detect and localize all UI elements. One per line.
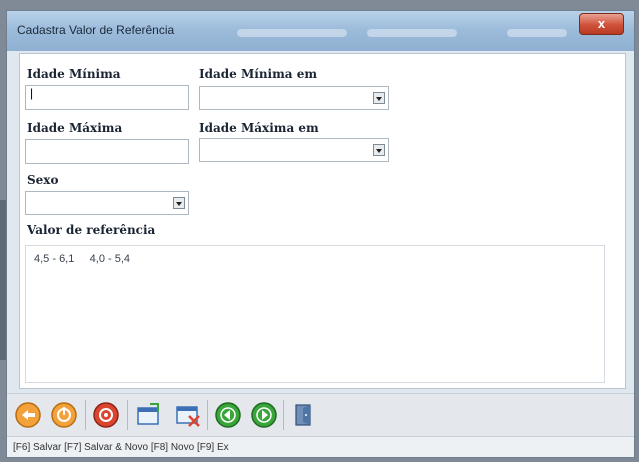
toolbar-separator xyxy=(207,400,208,430)
title-bar[interactable]: Cadastra Valor de Referência x xyxy=(7,11,634,51)
sexo-label: Sexo xyxy=(27,173,59,187)
chevron-down-icon[interactable] xyxy=(173,197,185,209)
sexo-select[interactable] xyxy=(25,191,189,215)
idade-minima-label: Idade Mínima xyxy=(27,67,121,81)
idade-maxima-em-select[interactable] xyxy=(199,138,389,162)
idade-maxima-em-label: Idade Máxima em xyxy=(199,121,319,135)
idade-maxima-input[interactable] xyxy=(25,139,189,164)
close-window-icon[interactable] xyxy=(173,400,203,430)
valor-referencia-label: Valor de referência xyxy=(27,223,156,237)
save-icon[interactable] xyxy=(13,400,43,430)
window-title: Cadastra Valor de Referência xyxy=(17,23,175,37)
status-bar: [F6] Salvar [F7] Salvar & Novo [F8] Novo… xyxy=(7,436,634,457)
idade-minima-input[interactable]: | xyxy=(25,85,189,110)
toolbar-separator xyxy=(85,400,86,430)
title-blur xyxy=(237,29,347,37)
close-button[interactable]: x xyxy=(579,13,624,35)
title-blur xyxy=(367,29,457,37)
toolbar-separator xyxy=(283,400,284,430)
save-new-icon[interactable] xyxy=(49,400,79,430)
chevron-down-icon[interactable] xyxy=(373,144,385,156)
idade-minima-em-label: Idade Mínima em xyxy=(199,67,318,81)
toolbar xyxy=(7,393,634,436)
previous-icon[interactable] xyxy=(213,400,243,430)
chevron-down-icon[interactable] xyxy=(373,92,385,104)
toolbar-separator xyxy=(127,400,128,430)
idade-minima-em-select[interactable] xyxy=(199,86,389,110)
cancel-icon[interactable] xyxy=(91,400,121,430)
exit-icon[interactable] xyxy=(289,400,319,430)
idade-maxima-label: Idade Máxima xyxy=(27,121,123,135)
title-blur xyxy=(507,29,567,37)
valor-referencia-textarea[interactable]: 4,5 - 6,1 4,0 - 5,4 xyxy=(25,245,605,383)
form-window: Cadastra Valor de Referência x Idade Mín… xyxy=(6,10,635,458)
next-icon[interactable] xyxy=(249,400,279,430)
new-icon[interactable] xyxy=(133,400,163,430)
